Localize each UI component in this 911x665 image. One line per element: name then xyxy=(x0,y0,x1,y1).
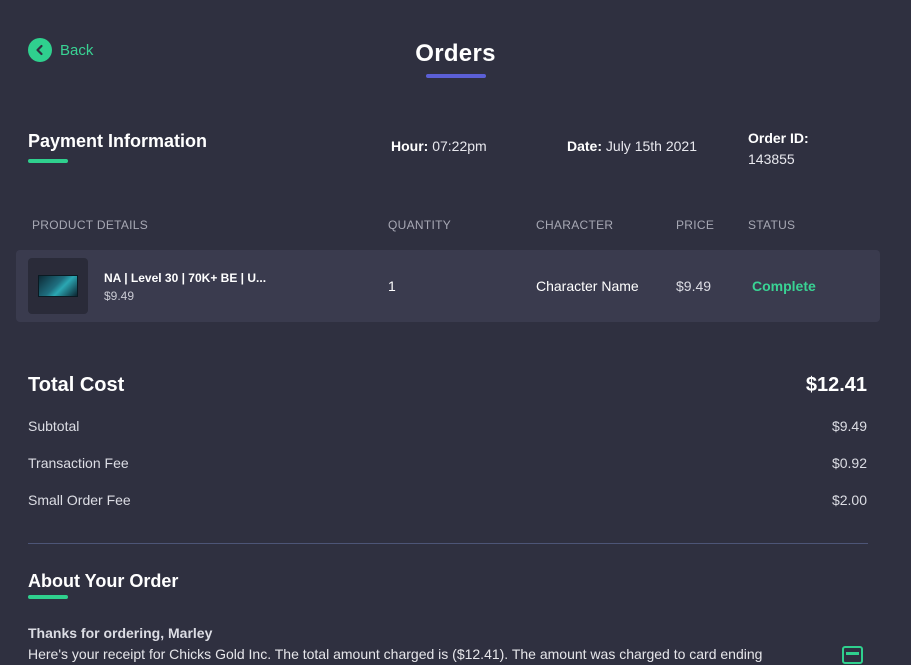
thanks-message: Thanks for ordering, Marley xyxy=(28,625,213,641)
date-label: Date: xyxy=(567,138,603,154)
column-header-quantity: QUANTITY xyxy=(388,218,452,232)
receipt-message: Here's your receipt for Chicks Gold Inc.… xyxy=(28,646,763,662)
product-unit-price: $9.49 xyxy=(104,289,135,303)
date-value: July 15th 2021 xyxy=(605,138,697,154)
small-order-fee-label: Small Order Fee xyxy=(28,492,131,508)
divider xyxy=(28,543,868,544)
table-row[interactable]: NA | Level 30 | 70K+ BE | U... $9.49 1 C… xyxy=(16,250,880,322)
price-cell: $9.49 xyxy=(676,278,712,294)
subtotal-label: Subtotal xyxy=(28,418,80,434)
page-title-wrap: Orders xyxy=(0,40,911,78)
hour-value: 07:22pm xyxy=(432,138,487,154)
column-header-character: CHARACTER xyxy=(536,218,614,232)
order-id-value: 143855 xyxy=(748,151,795,167)
column-header-product-details: PRODUCT DETAILS xyxy=(32,218,149,232)
about-order-underline xyxy=(28,595,68,599)
orders-page: Back Orders Payment Information Hour: 07… xyxy=(0,0,911,665)
order-hour: Hour: 07:22pm xyxy=(391,138,487,154)
column-header-status: STATUS xyxy=(748,218,796,232)
credit-card-icon xyxy=(842,646,863,664)
title-underline xyxy=(425,74,486,78)
payment-info-heading: Payment Information xyxy=(28,131,208,151)
order-id: Order ID: 143855 xyxy=(748,128,809,170)
small-order-fee-value: $2.00 xyxy=(831,492,867,508)
transaction-fee-value: $0.92 xyxy=(831,455,867,471)
quantity-cell: 1 xyxy=(388,278,396,294)
column-header-price: PRICE xyxy=(676,218,715,232)
product-image xyxy=(38,275,78,297)
character-cell: Character Name xyxy=(536,278,639,294)
total-cost-label: Total Cost xyxy=(28,374,125,396)
order-id-label: Order ID: xyxy=(748,130,809,146)
subtotal-value: $9.49 xyxy=(831,418,867,434)
product-thumbnail xyxy=(28,258,88,314)
product-name: NA | Level 30 | 70K+ BE | U... xyxy=(104,271,267,285)
hour-label: Hour: xyxy=(391,138,429,154)
status-badge: Complete xyxy=(752,278,816,294)
total-cost-value: $12.41 xyxy=(805,374,867,396)
about-order-heading: About Your Order xyxy=(28,571,179,591)
order-date: Date: July 15th 2021 xyxy=(567,138,697,154)
page-title: Orders xyxy=(415,40,496,67)
transaction-fee-label: Transaction Fee xyxy=(28,455,129,471)
payment-info-underline xyxy=(28,159,68,163)
